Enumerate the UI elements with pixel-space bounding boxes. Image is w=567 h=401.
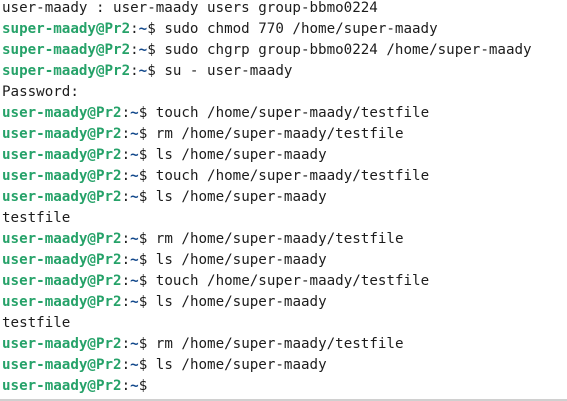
- command-text: ls /home/super-maady: [155, 147, 327, 163]
- prompt-cwd: ~: [138, 63, 148, 79]
- prompt-user-host: super-maady@Pr2: [2, 63, 131, 79]
- command-text: sudo chmod 770 /home/super-maady: [164, 21, 438, 37]
- output-text: testfile: [2, 315, 71, 331]
- terminal-prompt-line: user-maady@Pr2:~$ rm /home/super-maady/t…: [2, 334, 567, 355]
- prompt-cwd: ~: [130, 168, 139, 184]
- output-text: user-maady : user-maady users group-bbmo…: [2, 0, 378, 16]
- prompt-separator: :: [121, 336, 131, 352]
- terminal-prompt-line: user-maady@Pr2:~$ touch /home/super-maad…: [2, 103, 567, 124]
- prompt-user-host: super-maady@Pr2: [2, 21, 131, 37]
- terminal-output-line: Password:: [2, 82, 567, 103]
- command-text: touch /home/super-maady/testfile: [155, 273, 430, 289]
- prompt-symbol: $: [138, 273, 156, 289]
- terminal-output-line: testfile: [2, 208, 567, 229]
- prompt-symbol: $: [138, 189, 156, 205]
- prompt-symbol: $: [138, 357, 156, 373]
- prompt-cwd: ~: [130, 294, 139, 310]
- command-text: su - user-maady: [164, 63, 293, 79]
- prompt-separator: :: [121, 231, 131, 247]
- terminal-prompt-line: user-maady@Pr2:~$: [2, 376, 567, 397]
- prompt-symbol: $: [138, 231, 156, 247]
- prompt-symbol: $: [147, 63, 165, 79]
- prompt-separator: :: [121, 126, 131, 142]
- prompt-separator: :: [121, 294, 131, 310]
- prompt-cwd: ~: [130, 105, 139, 121]
- prompt-separator: :: [121, 189, 131, 205]
- prompt-symbol: $: [147, 42, 165, 58]
- prompt-cwd: ~: [130, 357, 139, 373]
- prompt-symbol: $: [138, 168, 156, 184]
- prompt-cwd: ~: [130, 126, 139, 142]
- terminal-prompt-line: user-maady@Pr2:~$ touch /home/super-maad…: [2, 271, 567, 292]
- terminal-prompt-line: user-maady@Pr2:~$ rm /home/super-maady/t…: [2, 124, 567, 145]
- prompt-separator: :: [130, 63, 139, 79]
- prompt-user-host: user-maady@Pr2: [2, 147, 122, 163]
- prompt-user-host: user-maady@Pr2: [2, 126, 122, 142]
- prompt-symbol: $: [138, 126, 156, 142]
- terminal-prompt-line: user-maady@Pr2:~$ ls /home/super-maady: [2, 187, 567, 208]
- terminal-output-line: testfile: [2, 313, 567, 334]
- prompt-separator: :: [121, 147, 131, 163]
- prompt-symbol: $: [138, 147, 156, 163]
- prompt-user-host: user-maady@Pr2: [2, 336, 122, 352]
- prompt-user-host: user-maady@Pr2: [2, 294, 122, 310]
- prompt-user-host: user-maady@Pr2: [2, 252, 122, 268]
- prompt-symbol: $: [138, 336, 156, 352]
- terminal-prompt-line: super-maady@Pr2:~$ sudo chmod 770 /home/…: [2, 19, 567, 40]
- terminal-output-line: user-maady : user-maady users group-bbmo…: [2, 0, 567, 19]
- command-text: ls /home/super-maady: [155, 357, 327, 373]
- prompt-cwd: ~: [130, 231, 139, 247]
- prompt-user-host: user-maady@Pr2: [2, 357, 122, 373]
- prompt-cwd: ~: [130, 273, 139, 289]
- terminal-window[interactable]: user-maady : user-maady users group-bbmo…: [0, 0, 567, 401]
- prompt-cwd: ~: [130, 378, 139, 394]
- prompt-cwd: ~: [130, 336, 139, 352]
- prompt-separator: :: [130, 42, 139, 58]
- prompt-separator: :: [130, 21, 139, 37]
- prompt-cwd: ~: [130, 252, 139, 268]
- prompt-cwd: ~: [130, 147, 139, 163]
- command-text: ls /home/super-maady: [155, 252, 327, 268]
- prompt-separator: :: [121, 105, 131, 121]
- command-text: rm /home/super-maady/testfile: [155, 231, 404, 247]
- output-text: Password:: [2, 84, 79, 100]
- command-text: rm /home/super-maady/testfile: [155, 336, 404, 352]
- terminal-prompt-line: user-maady@Pr2:~$ touch /home/super-maad…: [2, 166, 567, 187]
- prompt-cwd: ~: [130, 189, 139, 205]
- prompt-cwd: ~: [138, 21, 148, 37]
- prompt-separator: :: [121, 168, 131, 184]
- command-text: touch /home/super-maady/testfile: [155, 105, 430, 121]
- command-text: touch /home/super-maady/testfile: [155, 168, 430, 184]
- prompt-cwd: ~: [138, 42, 148, 58]
- prompt-symbol: $: [138, 105, 156, 121]
- prompt-symbol: $: [147, 21, 165, 37]
- prompt-symbol: $: [138, 378, 148, 394]
- prompt-separator: :: [121, 357, 131, 373]
- command-text: ls /home/super-maady: [155, 189, 327, 205]
- prompt-user-host: user-maady@Pr2: [2, 273, 122, 289]
- prompt-user-host: user-maady@Pr2: [2, 105, 122, 121]
- prompt-symbol: $: [138, 252, 156, 268]
- terminal-prompt-line: user-maady@Pr2:~$ rm /home/super-maady/t…: [2, 229, 567, 250]
- command-text: ls /home/super-maady: [155, 294, 327, 310]
- terminal-prompt-line: user-maady@Pr2:~$ ls /home/super-maady: [2, 355, 567, 376]
- terminal-prompt-line: super-maady@Pr2:~$ sudo chgrp group-bbmo…: [2, 40, 567, 61]
- output-text: testfile: [2, 210, 71, 226]
- prompt-user-host: user-maady@Pr2: [2, 168, 122, 184]
- terminal-prompt-line: user-maady@Pr2:~$ ls /home/super-maady: [2, 145, 567, 166]
- command-text: rm /home/super-maady/testfile: [155, 126, 404, 142]
- prompt-user-host: user-maady@Pr2: [2, 378, 122, 394]
- prompt-user-host: user-maady@Pr2: [2, 231, 122, 247]
- prompt-separator: :: [121, 252, 131, 268]
- prompt-symbol: $: [138, 294, 156, 310]
- prompt-separator: :: [121, 378, 131, 394]
- command-text: sudo chgrp group-bbmo0224 /home/super-ma…: [164, 42, 532, 58]
- prompt-user-host: super-maady@Pr2: [2, 42, 131, 58]
- prompt-separator: :: [121, 273, 131, 289]
- terminal-prompt-line: super-maady@Pr2:~$ su - user-maady: [2, 61, 567, 82]
- terminal-prompt-line: user-maady@Pr2:~$ ls /home/super-maady: [2, 292, 567, 313]
- terminal-output[interactable]: user-maady : user-maady users group-bbmo…: [2, 0, 567, 397]
- terminal-prompt-line: user-maady@Pr2:~$ ls /home/super-maady: [2, 250, 567, 271]
- prompt-user-host: user-maady@Pr2: [2, 189, 122, 205]
